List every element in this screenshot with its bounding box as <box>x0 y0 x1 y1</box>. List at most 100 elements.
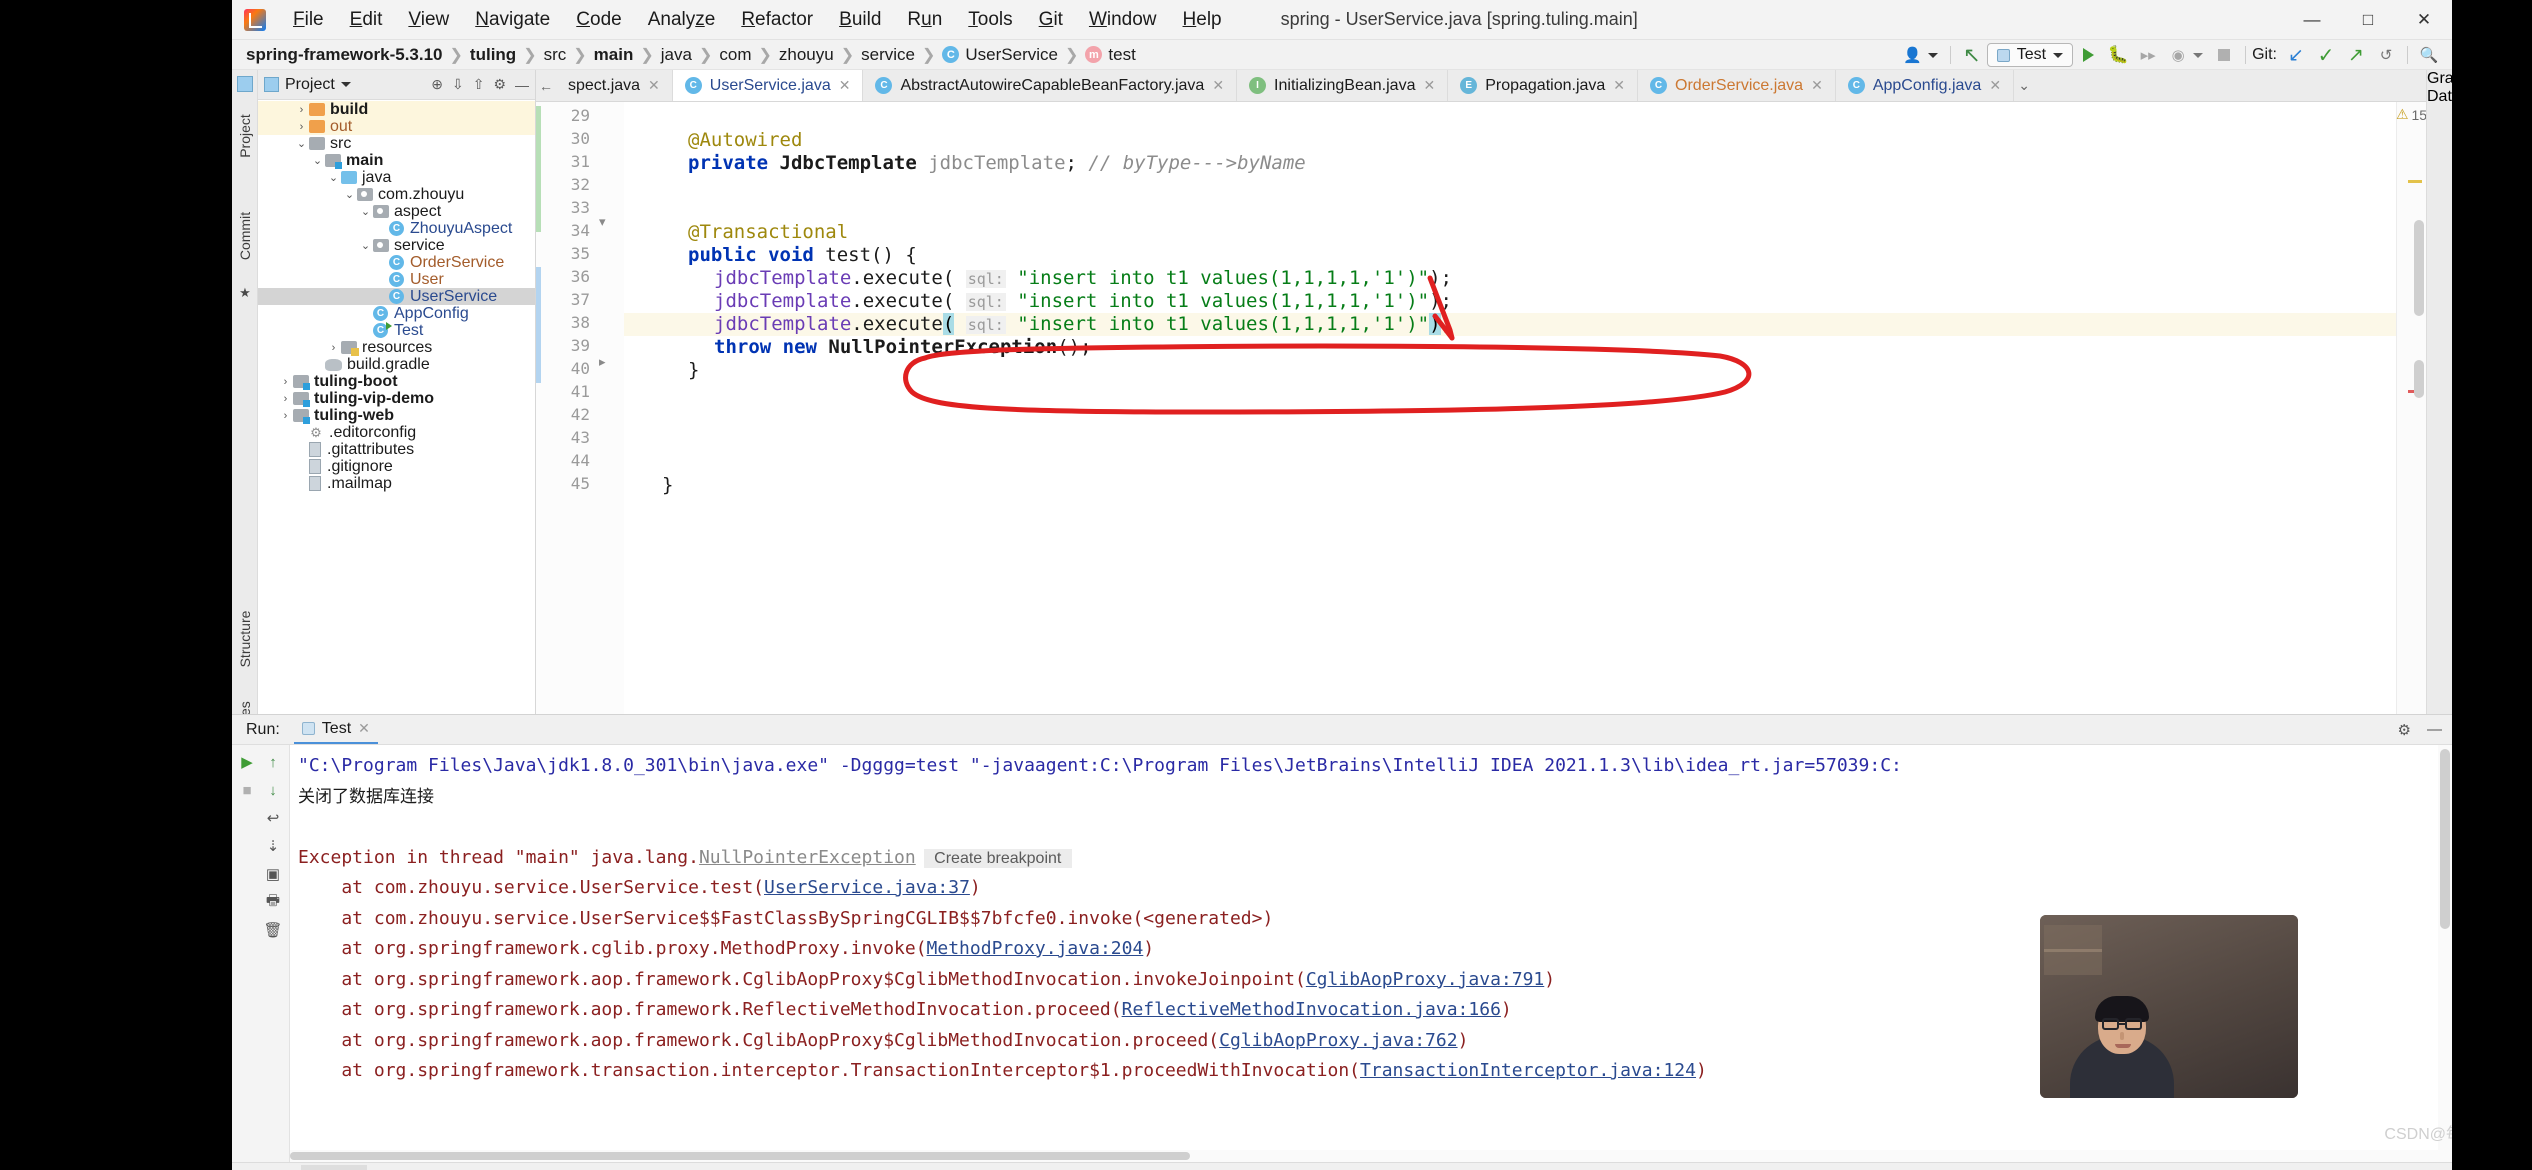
project-tree[interactable]: › build › out ⌄ src ⌄ main ⌄ java ⌄ com.zhouyu ⌄ aspe… <box>258 100 535 714</box>
chevron-right-icon[interactable]: › <box>278 376 293 388</box>
hide-icon[interactable]: — <box>2427 721 2442 738</box>
tree-node-main[interactable]: ⌄ main <box>258 152 535 169</box>
tab-list-chevron-icon[interactable]: ⌄ <box>2014 70 2034 101</box>
run-button[interactable] <box>2073 41 2103 69</box>
editor-tab-appconfig-java[interactable]: C AppConfig.java ✕ <box>1836 70 2015 101</box>
menu-item-file[interactable]: File <box>280 5 337 35</box>
tree-node--gitattributes[interactable]: .gitattributes <box>258 441 535 458</box>
breadcrumb-item-spring-framework-5-3-10[interactable]: spring-framework-5.3.10 <box>246 45 443 65</box>
run-with-coverage-button[interactable]: ▸▸ <box>2133 41 2163 69</box>
menu-item-edit[interactable]: Edit <box>337 5 396 35</box>
tree-node-build[interactable]: › build <box>258 101 535 118</box>
bottom-tab-todo[interactable]: ≡TODO <box>453 1165 534 1170</box>
close-icon[interactable]: ✕ <box>1212 77 1224 94</box>
code-text[interactable]: @Autowired private JdbcTemplate jdbcTempl… <box>624 102 2396 714</box>
chevron-right-icon[interactable]: › <box>278 410 293 422</box>
chevron-down-icon[interactable]: ⌄ <box>358 205 373 218</box>
fold-marker-collapse[interactable]: ▾ <box>599 214 606 230</box>
tree-node-build-gradle[interactable]: build.gradle <box>258 356 535 373</box>
tree-node-tuling-boot[interactable]: › tuling-boot <box>258 373 535 390</box>
locate-icon[interactable]: ⊕ <box>431 76 443 93</box>
vcs-change-marker-green[interactable] <box>536 106 541 232</box>
menu-item-refactor[interactable]: Refactor <box>728 5 826 35</box>
breadcrumb-item-main[interactable]: main <box>594 45 634 65</box>
trash-icon[interactable]: 🗑 <box>262 919 284 941</box>
tree-node-resources[interactable]: › resources <box>258 339 535 356</box>
console-horizontal-scrollbar[interactable] <box>290 1150 2438 1162</box>
inspection-mark-warning[interactable] <box>2408 180 2422 183</box>
tree-node-userservice[interactable]: C UserService <box>258 288 535 305</box>
push-icon[interactable]: ↗ <box>2341 41 2371 69</box>
editor-scrollbar-thumb-2[interactable] <box>2414 360 2424 398</box>
breadcrumb-item-userservice[interactable]: C UserService <box>942 45 1058 65</box>
up-arrow-icon[interactable]: ↑ <box>262 751 284 773</box>
breadcrumb-item-zhouyu[interactable]: zhouyu <box>779 45 834 65</box>
user-caret-icon[interactable] <box>1927 52 1938 58</box>
run-tab-test[interactable]: Test ✕ <box>293 716 378 744</box>
editor-tab-bar[interactable]: ← spect.java ✕ C UserService.java ✕ C AbstractA… <box>536 70 2426 102</box>
breadcrumb-item-tuling[interactable]: tuling <box>470 45 516 65</box>
menu-item-window[interactable]: Window <box>1076 5 1170 35</box>
project-tool-icon[interactable] <box>237 76 253 92</box>
inspection-summary[interactable]: ⚠ 15 <box>2396 106 2426 123</box>
print-icon[interactable]: 🖶 <box>262 891 284 913</box>
editor-tab-userservice-java[interactable]: C UserService.java ✕ <box>672 70 864 101</box>
run-configuration-selector[interactable]: Test <box>1986 43 2074 67</box>
stacktrace-source-link[interactable]: CglibAopProxy.java:791 <box>1306 969 1544 990</box>
create-breakpoint-hint[interactable]: Create breakpoint <box>923 848 1072 868</box>
tree-node-user[interactable]: C User <box>258 271 535 288</box>
chevron-right-icon[interactable]: › <box>278 393 293 405</box>
stacktrace-source-link[interactable]: TransactionInterceptor.java:124 <box>1360 1060 1696 1081</box>
user-account-icon[interactable]: 👤 <box>1898 41 1928 69</box>
editor-tab-initializingbean-java[interactable]: I InitializingBean.java ✕ <box>1237 70 1449 101</box>
left-strip-label-structure[interactable]: Structure <box>237 600 253 678</box>
tree-node-zhouyuaspect[interactable]: C ZhouyuAspect <box>258 220 535 237</box>
bottom-tab-build[interactable]: ⚒Build <box>727 1165 798 1170</box>
scroll-to-end-icon[interactable]: ⇣ <box>262 835 284 857</box>
tree-node-aspect[interactable]: ⌄ aspect <box>258 203 535 220</box>
chevron-down-icon[interactable]: ⌄ <box>342 188 357 201</box>
tree-node-tuling-vip-demo[interactable]: › tuling-vip-demo <box>258 390 535 407</box>
fold-marker-expand[interactable]: ▸ <box>599 354 606 370</box>
search-everywhere-icon[interactable]: 🔍 <box>2414 41 2444 69</box>
bottom-tab-terminal[interactable]: ⌨Terminal <box>907 1165 1002 1170</box>
menu-item-tools[interactable]: Tools <box>955 5 1025 35</box>
right-strip-label-gradle[interactable]: Gradle <box>2427 70 2452 88</box>
tree-node--editorconfig[interactable]: ⚙ .editorconfig <box>258 424 535 441</box>
tree-node-test[interactable]: C Test <box>258 322 535 339</box>
profile-button[interactable]: ◉ <box>2163 41 2193 69</box>
tree-node--gitignore[interactable]: .gitignore <box>258 458 535 475</box>
tree-node-tuling-web[interactable]: › tuling-web <box>258 407 535 424</box>
editor-tab-orderservice-java[interactable]: C OrderService.java ✕ <box>1638 70 1836 101</box>
bottom-tab-profiler[interactable]: ◔Profiler <box>639 1165 725 1170</box>
close-icon[interactable]: ✕ <box>358 720 370 737</box>
bottom-tab-git[interactable]: ⎇Git <box>242 1165 299 1170</box>
tree-node--mailmap[interactable]: .mailmap <box>258 475 535 492</box>
rerun-icon[interactable]: ▶ <box>236 751 258 773</box>
close-icon[interactable]: ✕ <box>648 77 660 94</box>
stacktrace-source-link[interactable]: ReflectiveMethodInvocation.java:166 <box>1122 999 1501 1020</box>
expand-all-icon[interactable]: ⇩ <box>452 76 464 93</box>
bottom-tab-debug[interactable]: 🐞Debug <box>369 1165 451 1170</box>
history-icon[interactable]: ↺ <box>2371 41 2401 69</box>
gear-icon[interactable]: ⚙ <box>2398 721 2411 739</box>
exception-class-link[interactable]: NullPointerException <box>699 847 916 868</box>
chevron-right-icon[interactable]: › <box>294 121 309 133</box>
console-scroll-thumb[interactable] <box>2440 749 2450 929</box>
chevron-down-icon[interactable] <box>340 82 351 87</box>
close-icon[interactable]: ✕ <box>1423 77 1435 94</box>
menu-item-code[interactable]: Code <box>563 5 634 35</box>
console-vertical-scrollbar[interactable] <box>2438 745 2452 1162</box>
down-arrow-icon[interactable]: ↓ <box>262 779 284 801</box>
menu-item-navigate[interactable]: Navigate <box>462 5 563 35</box>
console-hscroll-thumb[interactable] <box>290 1152 1190 1160</box>
right-strip-label-database[interactable]: Database <box>2427 88 2452 106</box>
menu-item-git[interactable]: Git <box>1026 5 1076 35</box>
breadcrumb-item-src[interactable]: src <box>544 45 567 65</box>
back-arrow-icon[interactable]: ↖ <box>1957 41 1987 69</box>
menu-item-view[interactable]: View <box>395 5 462 35</box>
breadcrumb-item-java[interactable]: java <box>661 45 692 65</box>
breadcrumb-item-test[interactable]: m test <box>1085 45 1136 65</box>
stacktrace-source-link[interactable]: CglibAopProxy.java:762 <box>1219 1030 1457 1051</box>
chevron-down-icon[interactable]: ⌄ <box>310 154 325 167</box>
